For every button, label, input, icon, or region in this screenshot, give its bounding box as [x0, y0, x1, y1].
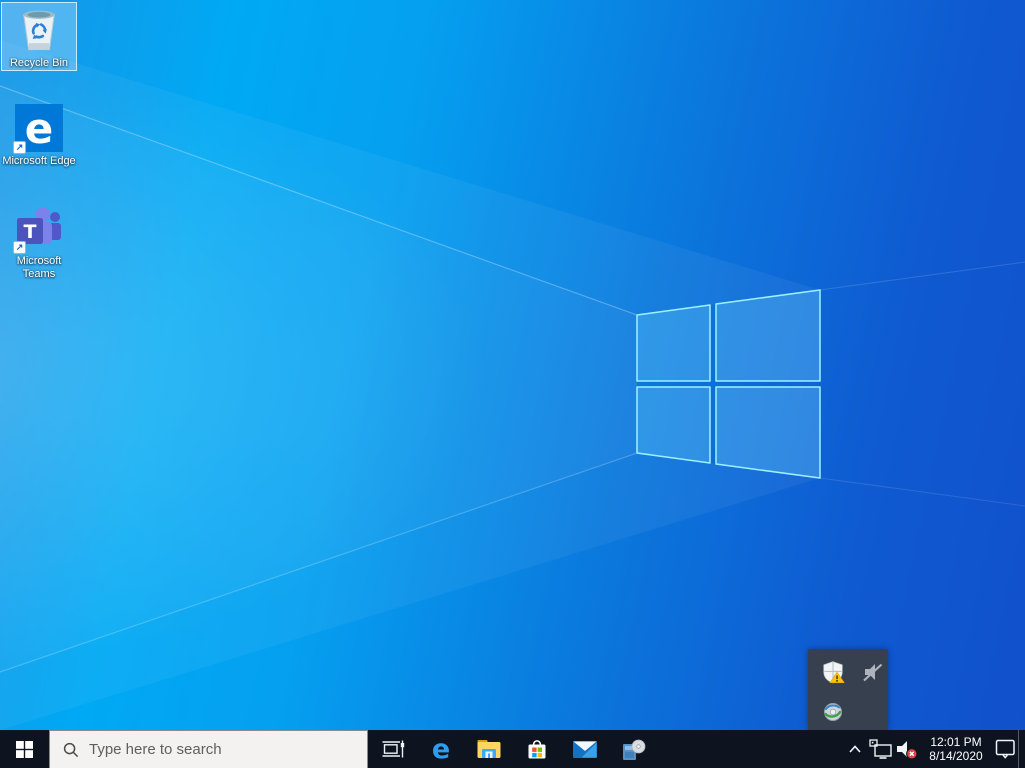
globe-disc-icon[interactable]	[818, 697, 848, 727]
volume-button[interactable]	[894, 730, 920, 768]
desktop-icon-microsoft-teams[interactable]: T ↗ Microsoft Teams	[1, 200, 77, 282]
teams-icon: T ↗	[13, 204, 63, 254]
microsoft-store-icon	[528, 739, 546, 758]
show-hidden-icons-button[interactable]	[842, 730, 868, 768]
edge-icon: e ↗	[13, 104, 63, 154]
ethernet-network-icon	[869, 739, 892, 759]
edge-icon: e	[432, 735, 450, 763]
clock-time: 12:01 PM	[930, 735, 982, 749]
search-input[interactable]	[89, 741, 367, 758]
file-explorer-icon	[477, 740, 501, 758]
volume-muted-icon	[897, 740, 918, 759]
taskbar: e	[0, 730, 1025, 768]
svg-text:e: e	[25, 104, 54, 152]
svg-text:T: T	[24, 221, 37, 243]
task-view-button[interactable]	[369, 730, 417, 768]
action-center-button[interactable]	[992, 730, 1018, 768]
media-disc-app-button[interactable]	[609, 730, 657, 768]
shortcut-arrow-icon: ↗	[13, 141, 26, 154]
desktop-icon-label: Recycle Bin	[9, 57, 69, 69]
clock-date: 8/14/2020	[929, 749, 983, 763]
volume-muted-gray-icon[interactable]	[858, 657, 888, 687]
taskbar-app-buttons: e	[369, 730, 657, 768]
windows-logo-icon	[15, 740, 33, 758]
edge-taskbar-button[interactable]: e	[417, 730, 465, 768]
desktop-icon-microsoft-edge[interactable]: e ↗ Microsoft Edge	[1, 100, 77, 169]
file-explorer-button[interactable]	[465, 730, 513, 768]
action-center-icon	[995, 739, 1015, 759]
search-icon	[63, 742, 79, 757]
taskbar-clock[interactable]: 12:01 PM 8/14/2020	[920, 730, 992, 768]
desktop-icon-recycle-bin[interactable]: Recycle Bin	[1, 2, 77, 71]
tray-overflow-popup	[808, 649, 888, 730]
task-view-icon	[382, 740, 405, 758]
defender-shield-icon[interactable]	[818, 657, 848, 687]
mail-button[interactable]	[561, 730, 609, 768]
recycle-bin-icon	[15, 6, 63, 54]
mail-icon	[573, 740, 597, 758]
network-button[interactable]	[868, 730, 894, 768]
shortcut-arrow-icon: ↗	[13, 241, 26, 254]
start-button[interactable]	[0, 730, 48, 768]
desktop-icon-label: Microsoft Edge	[2, 155, 76, 167]
chevron-up-icon	[849, 745, 861, 753]
media-disc-app-icon	[623, 739, 646, 760]
show-desktop-button[interactable]	[1018, 730, 1025, 768]
desktop-surface[interactable]: Recycle Bin e ↗ Microsoft Edge T ↗ Micro…	[0, 0, 1025, 768]
microsoft-store-button[interactable]	[513, 730, 561, 768]
system-tray: 12:01 PM 8/14/2020	[842, 730, 1025, 768]
taskbar-search[interactable]	[49, 730, 368, 768]
svg-text:e: e	[432, 735, 450, 763]
desktop-icon-label: Microsoft Teams	[16, 255, 62, 280]
